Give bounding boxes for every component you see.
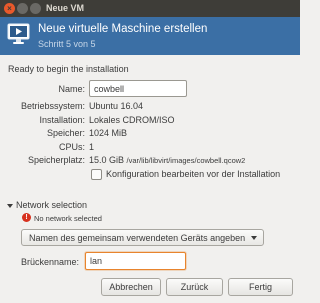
cancel-button[interactable]: Abbrechen	[101, 278, 161, 296]
name-label: Name:	[58, 84, 85, 94]
network-source-selected: Namen des gemeinsam verwendeten Geräts a…	[29, 233, 246, 243]
os-value: Ubuntu 16.04	[89, 101, 144, 111]
customize-checkbox-label[interactable]: Konfiguration bearbeiten vor der Install…	[106, 169, 280, 179]
storage-label: Speicherplatz:	[27, 155, 85, 165]
bridge-name-input[interactable]	[85, 252, 186, 270]
install-label: Installation:	[39, 115, 85, 125]
close-window-button[interactable]: ×	[4, 3, 15, 14]
back-button[interactable]: Zurück	[166, 278, 223, 296]
error-icon: !	[22, 213, 31, 222]
minimize-window-button[interactable]	[17, 3, 28, 14]
storage-path: /var/lib/libvirt/images/cowbell.qcow2	[126, 156, 246, 165]
wizard-step: Schritt 5 von 5	[38, 39, 96, 49]
finish-button[interactable]: Fertig	[228, 278, 293, 296]
expander-arrow-icon	[7, 203, 13, 208]
storage-size: 15.0 GiB	[89, 155, 125, 165]
window-title: Neue VM	[46, 3, 85, 13]
customize-checkbox[interactable]	[91, 169, 102, 180]
vm-name-input[interactable]	[89, 80, 187, 97]
wizard-title: Neue virtuelle Maschine erstellen	[38, 23, 208, 35]
maximize-window-button[interactable]	[30, 3, 41, 14]
network-expander-label: Network selection	[16, 200, 88, 210]
dropdown-arrow-icon	[251, 236, 257, 240]
summary-heading: Ready to begin the installation	[8, 64, 129, 74]
network-error-text: No network selected	[34, 214, 102, 223]
monitor-play-icon	[7, 23, 30, 44]
os-label: Betriebssystem:	[20, 101, 85, 111]
cpus-label: CPUs:	[58, 142, 85, 152]
window-titlebar: × Neue VM	[0, 0, 300, 17]
cpus-value: 1	[89, 142, 95, 152]
install-value: Lokales CDROM/ISO	[89, 115, 175, 125]
memory-value: 1024 MiB	[89, 128, 128, 138]
memory-label: Speicher:	[46, 128, 85, 138]
network-expander[interactable]: Network selection	[7, 200, 87, 210]
wizard-banner: Neue virtuelle Maschine erstellen Schrit…	[0, 17, 300, 55]
network-source-dropdown[interactable]: Namen des gemeinsam verwendeten Geräts a…	[21, 229, 264, 246]
bridge-name-label: Brückenname:	[21, 257, 80, 267]
storage-value: 15.0 GiB /var/lib/libvirt/images/cowbell…	[89, 155, 245, 165]
